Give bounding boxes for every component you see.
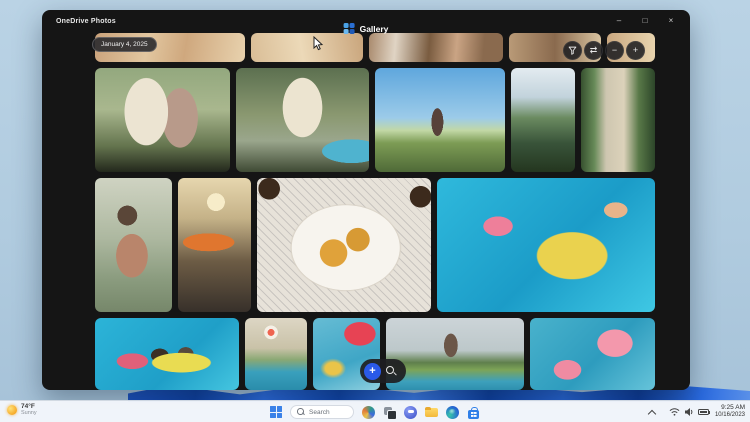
task-view-icon[interactable]: [383, 406, 396, 419]
plus-icon: +: [633, 46, 638, 55]
photo-man-jumping-pool[interactable]: [386, 318, 524, 390]
taskbar: 74°F Sunny Search: [0, 400, 750, 422]
weather-temp: 74°F: [21, 403, 37, 410]
search-placeholder: Search: [309, 409, 330, 416]
date-badge: January 4, 2025: [92, 37, 157, 52]
onedrive-photos-window: OneDrive Photos – □ × Gallery: [42, 10, 690, 390]
copilot-icon[interactable]: [362, 406, 375, 419]
system-tray: 9:25 AM 10/16/2023: [649, 401, 745, 422]
gallery-label: Gallery: [360, 24, 389, 34]
gallery-toolbar: ⇄ − +: [563, 41, 645, 60]
photo-hammock-sunset[interactable]: [178, 178, 251, 312]
edge-icon[interactable]: [446, 406, 459, 419]
photo-couple-bicycles[interactable]: [95, 68, 230, 172]
maximize-button[interactable]: □: [632, 10, 658, 31]
photo-man-bicycle[interactable]: [236, 68, 369, 172]
search-input[interactable]: Search: [290, 405, 354, 419]
minus-icon: −: [612, 46, 617, 55]
photo-strip-picnic-2[interactable]: [251, 33, 363, 62]
photo-pastries-coffee[interactable]: [257, 178, 431, 312]
clock[interactable]: 9:25 AM 10/16/2023: [715, 404, 745, 420]
file-explorer-icon[interactable]: [425, 407, 438, 420]
weather-condition: Sunny: [21, 410, 37, 416]
battery-icon: [698, 409, 709, 415]
wifi-icon: [669, 407, 680, 417]
photo-pool-party[interactable]: [437, 178, 655, 312]
window-controls: – □ ×: [606, 10, 684, 31]
start-button[interactable]: [270, 406, 282, 418]
zoom-out-button[interactable]: −: [605, 41, 624, 60]
photo-hiker-hill[interactable]: [375, 68, 505, 172]
store-icon[interactable]: [467, 407, 480, 420]
volume-icon: [684, 407, 694, 417]
photo-mountain-trail[interactable]: [511, 68, 575, 172]
photo-tree-climb[interactable]: [581, 68, 655, 172]
sun-icon: [7, 405, 17, 415]
gallery-nav-button[interactable]: Gallery: [338, 21, 395, 36]
filter-button[interactable]: [563, 41, 582, 60]
gallery-grid-icon: [344, 23, 355, 34]
shuffle-button[interactable]: ⇄: [584, 41, 603, 60]
photo-pool-beachball[interactable]: [245, 318, 307, 390]
hidden-icons-chevron-icon[interactable]: [649, 409, 655, 415]
mouse-cursor: [313, 36, 324, 51]
search-icon: [297, 408, 305, 416]
clock-time: 9:25 AM: [715, 404, 745, 412]
weather-widget[interactable]: 74°F Sunny: [7, 403, 37, 417]
photo-dogs-floats[interactable]: [95, 318, 239, 390]
close-button[interactable]: ×: [658, 10, 684, 31]
photo-flamingo-floats[interactable]: [530, 318, 655, 390]
taskbar-center: Search: [270, 401, 480, 422]
filter-icon: [568, 46, 577, 55]
desktop: OneDrive Photos – □ × Gallery: [0, 0, 750, 422]
minimize-button[interactable]: –: [606, 10, 632, 31]
window-title: OneDrive Photos: [56, 18, 116, 25]
fab-plus-icon[interactable]: +: [364, 363, 381, 380]
chat-icon[interactable]: [404, 406, 417, 419]
clock-date: 10/16/2023: [715, 412, 745, 420]
photo-strip-group[interactable]: [369, 33, 503, 62]
quick-settings[interactable]: [669, 407, 709, 417]
zoom-fab[interactable]: +: [360, 359, 406, 383]
shuffle-icon: ⇄: [590, 46, 598, 55]
photo-backpack-forest[interactable]: [95, 178, 172, 312]
magnifier-icon[interactable]: [385, 365, 397, 377]
zoom-in-button[interactable]: +: [626, 41, 645, 60]
